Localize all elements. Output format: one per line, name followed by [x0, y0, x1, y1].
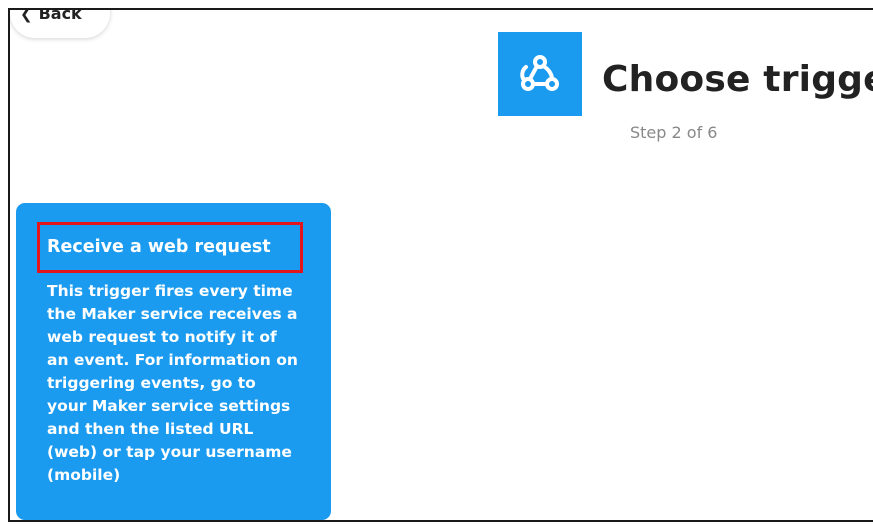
back-button[interactable]: ❮ Back	[10, 8, 110, 38]
trigger-description: This trigger fires every time the Maker …	[47, 282, 298, 484]
back-button-label: Back	[38, 8, 82, 23]
webhooks-glyph	[520, 55, 559, 91]
page-title: Choose trigger	[602, 59, 873, 100]
page-frame: ❮ Back Choose trigger Step 2 of 6 Receiv…	[8, 8, 873, 522]
trigger-title: Receive a web request	[47, 237, 271, 257]
webhooks-icon	[498, 32, 582, 116]
chevron-left-icon: ❮	[20, 8, 33, 23]
step-indicator: Step 2 of 6	[630, 123, 718, 142]
trigger-card-receive-web-request[interactable]: Receive a web request This trigger fires…	[16, 203, 331, 520]
